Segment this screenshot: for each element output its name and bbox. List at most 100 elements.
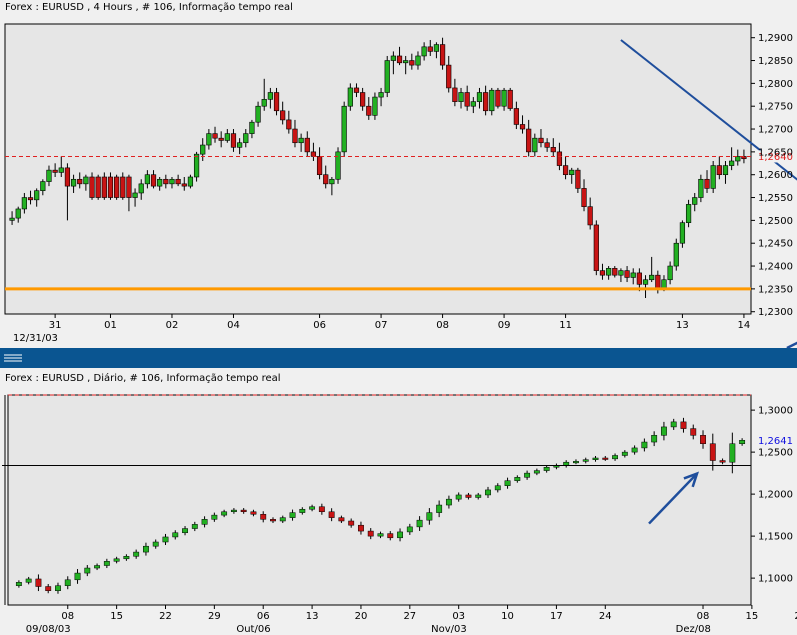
candle-body [289, 512, 296, 518]
x-tick-label: 13 [676, 320, 689, 331]
splitter-grip-icon[interactable] [2, 352, 24, 364]
candle-body [426, 512, 433, 521]
candle-body [569, 169, 575, 176]
candle-body [575, 169, 581, 189]
candle-body [390, 55, 396, 61]
candle-body [360, 92, 366, 107]
candle[interactable] [384, 55, 390, 98]
candle-body [519, 124, 526, 130]
y-tick-label: 1,2600 [758, 170, 793, 181]
candle-body [367, 530, 374, 537]
candle-body [409, 60, 415, 66]
candle-body [113, 558, 120, 562]
candle-body [103, 561, 110, 566]
candle-body [524, 472, 531, 478]
x-tick-label: 03 [452, 611, 465, 622]
candle-body [618, 270, 624, 276]
candle-body [249, 121, 255, 134]
candle-body [416, 519, 423, 528]
candle-body [169, 178, 175, 185]
candle-body [606, 268, 612, 276]
candle-body [495, 89, 501, 107]
candle-body [191, 524, 198, 529]
chart-window: { "top_panel": { "header": "Forex : EURU… [0, 0, 797, 635]
candle-body [378, 92, 384, 98]
candle-body [328, 511, 335, 518]
four-hour-candlestick-chart[interactable]: 1,2640 1,29001,28501,28001,27501,27001,2… [0, 14, 797, 348]
candle-body [230, 133, 237, 148]
candle-body [599, 270, 606, 276]
candle-body [489, 89, 495, 112]
candle-body [58, 167, 64, 173]
candle-body [286, 119, 292, 130]
candle[interactable] [187, 174, 194, 189]
x-tick-label: 08 [61, 611, 74, 622]
candle-body [642, 279, 649, 285]
panel-divider[interactable] [0, 348, 797, 368]
candle-body [533, 470, 540, 474]
candle-body [132, 192, 138, 198]
candle-body [206, 133, 212, 146]
candle-body [77, 178, 83, 185]
x-tick-label: 10 [501, 611, 514, 622]
y-tick-label: 1,2500 [758, 216, 793, 227]
candle-body [172, 532, 179, 538]
candle-body [237, 142, 243, 148]
candle-body [651, 435, 658, 443]
candle-body [504, 480, 511, 486]
candle[interactable] [341, 101, 347, 157]
candle-body [260, 514, 267, 520]
candle-body [455, 494, 462, 500]
candle[interactable] [495, 87, 501, 109]
daily-candlestick-chart[interactable]: 1,2641 1,3000 1,2500 1,2000 1,1500 1,1000 08… [0, 385, 797, 635]
candle-body [735, 156, 741, 162]
candle-body [74, 572, 81, 581]
y-tick-label: 1,1500 [758, 532, 793, 543]
candle-body [670, 421, 677, 428]
x-tick-label: 01 [104, 320, 117, 331]
y-tick-label: 1,2550 [758, 193, 793, 204]
y-tick-label: 1,3000 [758, 406, 793, 417]
candle-body [649, 274, 655, 281]
candle-body [452, 87, 458, 102]
candle-body [660, 426, 667, 436]
candle-body [543, 466, 550, 471]
svg-text:1,2641: 1,2641 [758, 436, 793, 447]
candle-body [40, 181, 46, 191]
candle-body [52, 169, 58, 173]
candle-body [739, 440, 746, 444]
y-tick-label: 1,2300 [758, 307, 793, 318]
candle-body [710, 165, 716, 189]
candle-body [501, 89, 507, 107]
y-tick-label: 1,2800 [758, 79, 793, 90]
candle[interactable] [593, 220, 599, 276]
candle[interactable] [335, 147, 341, 184]
candle-body [433, 44, 440, 52]
candle-body [631, 447, 638, 453]
candle-body [436, 504, 443, 513]
candle-body [692, 197, 698, 205]
candle-body [397, 531, 403, 539]
y-tick-label: 1,2450 [758, 239, 793, 250]
candle-body [563, 461, 570, 466]
candle-body [267, 92, 273, 100]
candle-body [45, 586, 52, 591]
x-tick-label: 08 [697, 611, 710, 622]
candle-body [475, 494, 482, 498]
candle[interactable] [673, 238, 679, 271]
candle[interactable] [507, 87, 513, 111]
candle-body [421, 46, 427, 57]
candle-body [507, 89, 513, 109]
candle[interactable] [114, 174, 120, 200]
candle-body [406, 526, 413, 533]
candle-body [55, 585, 61, 591]
candle[interactable] [710, 161, 716, 193]
candle-body [107, 176, 114, 198]
y-tick-label: 1,2650 [758, 147, 793, 158]
x-tick-label: 24 [599, 611, 612, 622]
x-date-sublabel: Nov/03 [431, 624, 467, 635]
x-tick-label: 15 [746, 611, 759, 622]
candle-body [21, 197, 27, 210]
x-tick-label: 27 [403, 611, 416, 622]
candle[interactable] [95, 174, 101, 200]
